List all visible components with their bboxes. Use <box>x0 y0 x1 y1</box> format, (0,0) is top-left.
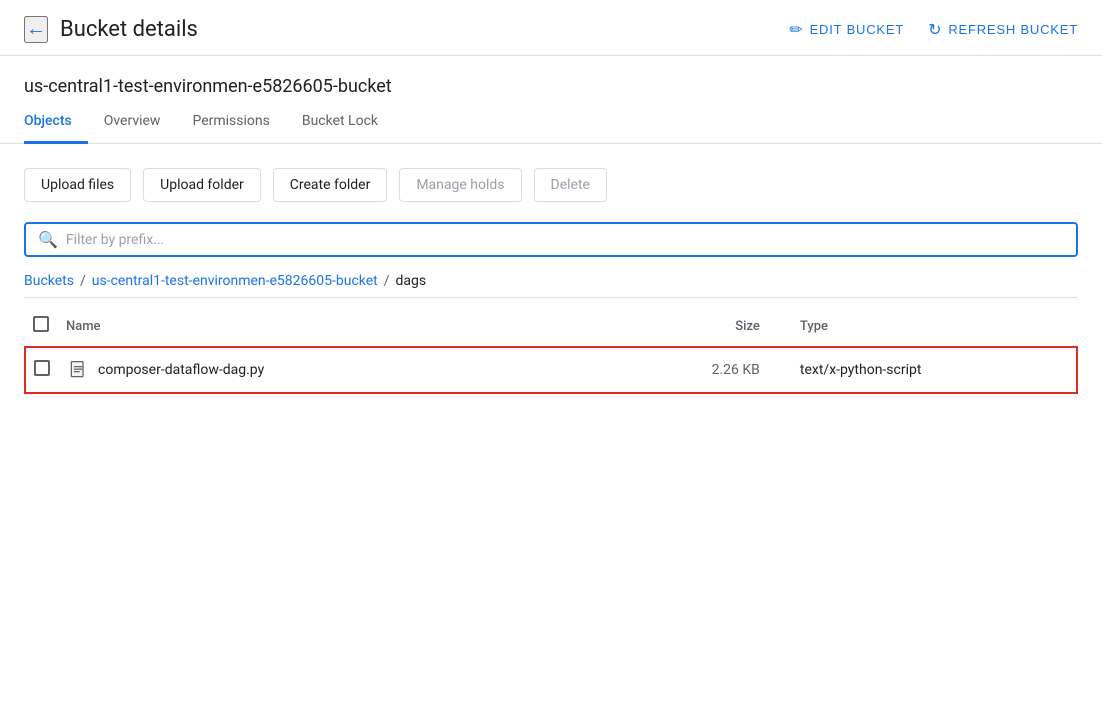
tab-bucket-lock[interactable]: Bucket Lock <box>286 101 394 144</box>
breadcrumb-current: dags <box>396 273 427 289</box>
col-header-type: Type <box>792 306 1077 347</box>
col-header-name: Name <box>58 306 668 347</box>
edit-bucket-button[interactable]: ✏ EDIT BUCKET <box>789 20 904 40</box>
file-name[interactable]: composer-dataflow-dag.py <box>98 362 264 378</box>
page-header: ← Bucket details ✏ EDIT BUCKET ↻ REFRESH… <box>0 0 1102 56</box>
edit-icon: ✏ <box>789 20 803 40</box>
manage-holds-button[interactable]: Manage holds <box>399 168 521 202</box>
row-size-cell: 2.26 KB <box>668 347 792 393</box>
refresh-icon: ↻ <box>928 20 942 40</box>
col-header-size: Size <box>668 306 792 347</box>
page-title: Bucket details <box>60 17 789 42</box>
filter-row: 🔍 <box>24 222 1078 257</box>
breadcrumb-sep-1: / <box>80 273 86 289</box>
tab-objects[interactable]: Objects <box>24 101 88 144</box>
row-checkbox-cell <box>25 347 58 393</box>
file-icon <box>66 358 90 382</box>
tab-permissions[interactable]: Permissions <box>176 101 285 144</box>
breadcrumb-buckets-link[interactable]: Buckets <box>24 273 74 289</box>
header-actions: ✏ EDIT BUCKET ↻ REFRESH BUCKET <box>789 20 1078 40</box>
table-header-row: Name Size Type <box>25 306 1077 347</box>
delete-button[interactable]: Delete <box>534 168 607 202</box>
tab-overview[interactable]: Overview <box>88 101 177 144</box>
create-folder-button[interactable]: Create folder <box>273 168 388 202</box>
bucket-name: us-central1-test-environmen-e5826605-buc… <box>24 76 1078 97</box>
bucket-name-row: us-central1-test-environmen-e5826605-buc… <box>0 56 1102 97</box>
back-button[interactable]: ← <box>24 16 48 43</box>
breadcrumb: Buckets / us-central1-test-environmen-e5… <box>24 273 1078 289</box>
filter-input[interactable] <box>66 232 1064 248</box>
back-arrow-icon: ← <box>26 18 46 41</box>
col-header-checkbox <box>25 306 58 347</box>
row-type-cell: text/x-python-script <box>792 347 1077 393</box>
upload-files-button[interactable]: Upload files <box>24 168 131 202</box>
search-icon: 🔍 <box>38 230 58 249</box>
refresh-bucket-button[interactable]: ↻ REFRESH BUCKET <box>928 20 1078 40</box>
action-buttons: Upload files Upload folder Create folder… <box>24 168 1078 202</box>
row-checkbox[interactable] <box>34 360 50 376</box>
table-row[interactable]: composer-dataflow-dag.py 2.26 KBtext/x-py… <box>25 347 1077 393</box>
refresh-bucket-label: REFRESH BUCKET <box>948 22 1078 37</box>
breadcrumb-bucket-link[interactable]: us-central1-test-environmen-e5826605-buc… <box>92 273 378 289</box>
upload-folder-button[interactable]: Upload folder <box>143 168 261 202</box>
objects-table: Name Size Type composer-dataflow-dag.py 2… <box>24 306 1078 394</box>
breadcrumb-sep-2: / <box>384 273 390 289</box>
table-divider <box>24 297 1078 298</box>
edit-bucket-label: EDIT BUCKET <box>810 22 905 37</box>
tabs-row: Objects Overview Permissions Bucket Lock <box>0 101 1102 144</box>
main-content: Upload files Upload folder Create folder… <box>0 144 1102 394</box>
header-checkbox[interactable] <box>33 316 49 332</box>
row-name-cell: composer-dataflow-dag.py <box>58 347 668 393</box>
